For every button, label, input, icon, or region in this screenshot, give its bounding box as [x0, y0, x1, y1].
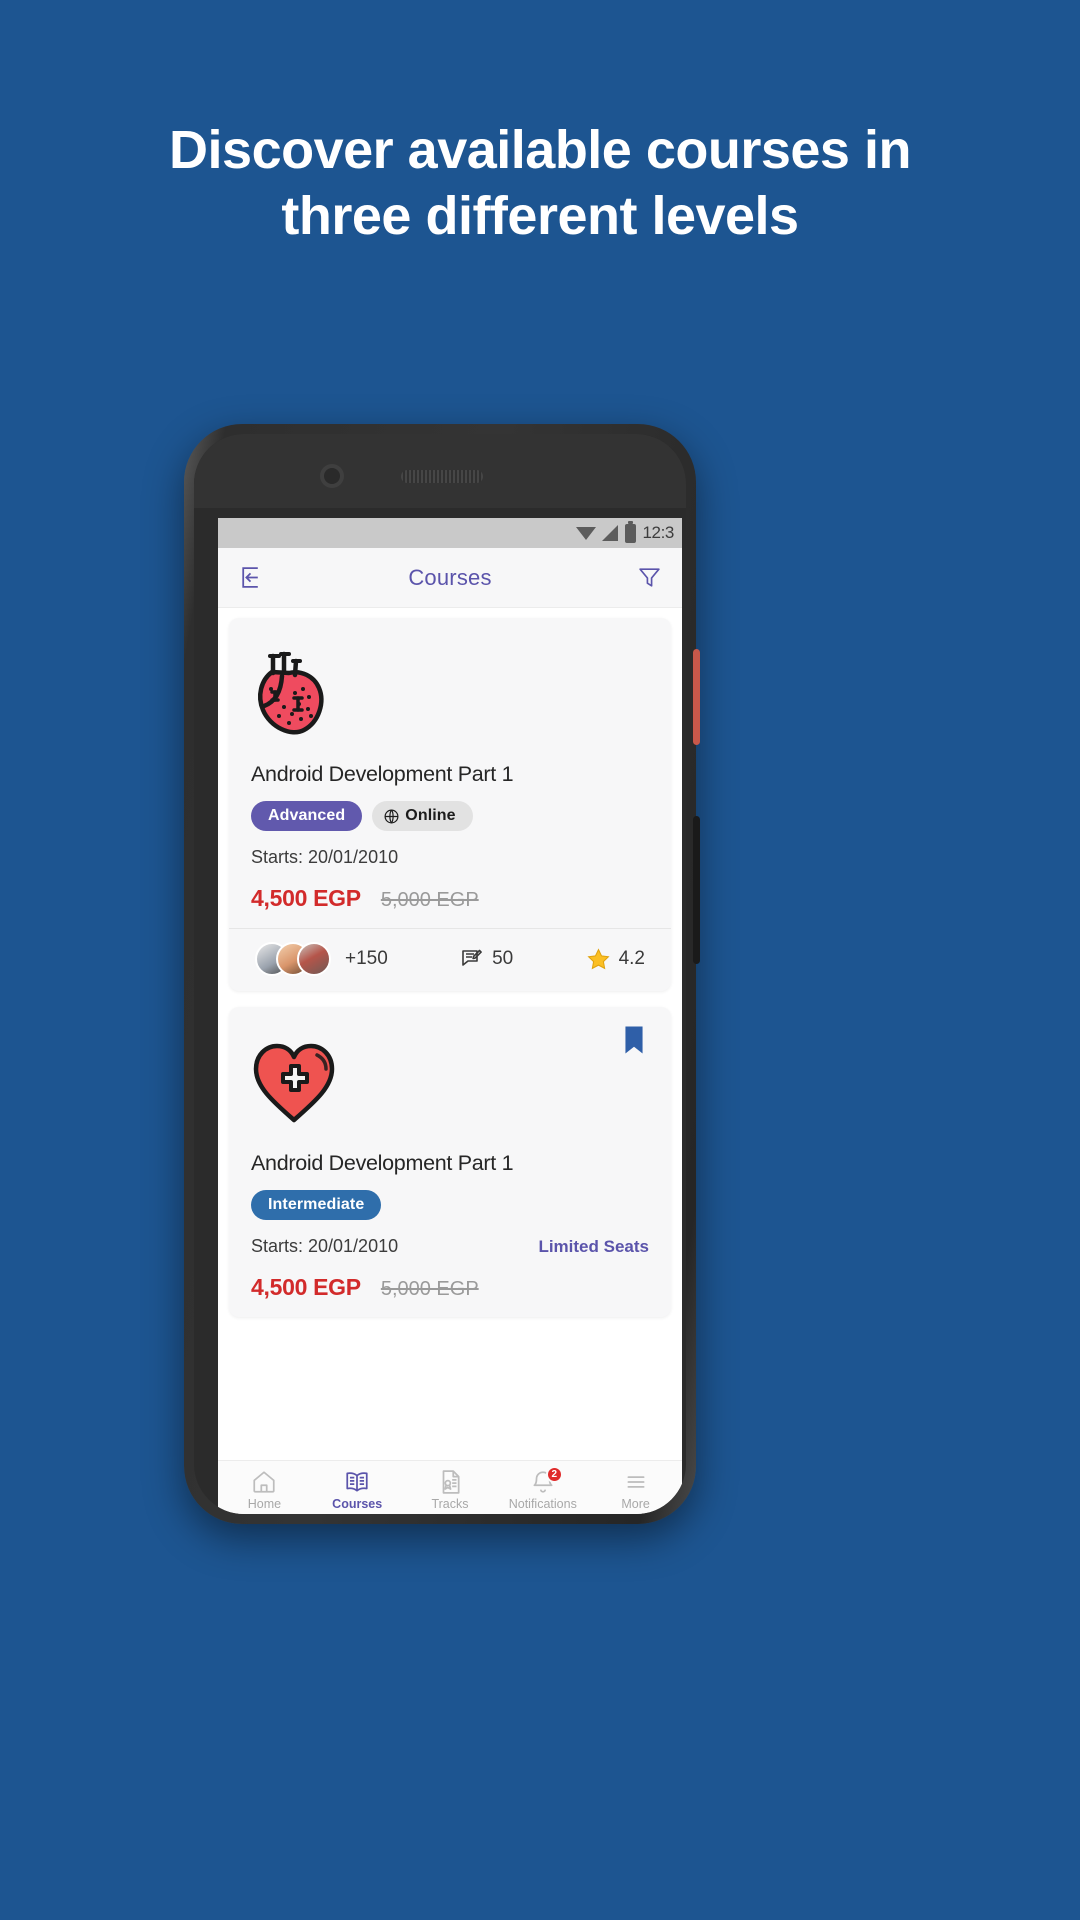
phone-display: 12:3 Courses Android Development Part 1 …: [218, 518, 682, 1514]
course-list[interactable]: Android Development Part 1 Advanced Onli…: [218, 608, 682, 1460]
course-card-body: Android Development Part 1 Intermediate …: [229, 1007, 671, 1317]
home-icon: [253, 1470, 276, 1493]
course-start-date: Starts: 20/01/2010: [251, 847, 399, 867]
nav-item-tracks[interactable]: Tracks: [404, 1469, 497, 1511]
nav-label-more: More: [621, 1496, 650, 1511]
anatomical-heart-icon: [251, 642, 649, 746]
front-camera-icon: [320, 464, 344, 488]
course-price-row: 4,500 EGP 5,000 EGP: [251, 885, 649, 912]
avatar-stack: [255, 942, 331, 976]
earpiece-speaker: [401, 470, 483, 483]
status-bar: 12:3: [218, 518, 682, 548]
comments-count: 50: [492, 948, 514, 969]
volume-button[interactable]: [693, 816, 700, 964]
nav-label-notifications: Notifications: [508, 1496, 577, 1511]
cellular-signal-icon: [601, 525, 618, 541]
star-icon: [587, 947, 610, 969]
notification-badge: 2: [545, 1465, 563, 1483]
open-book-icon: [346, 1471, 368, 1492]
hamburger-menu-icon: [627, 1475, 645, 1488]
heart-plus-icon: [251, 1031, 649, 1135]
course-badges: Intermediate: [251, 1190, 649, 1220]
app-bar: Courses: [218, 548, 682, 608]
nav-label-courses: Courses: [332, 1496, 383, 1511]
promo-headline-line-2: three different levels: [281, 185, 799, 246]
filter-funnel-icon[interactable]: [635, 563, 665, 593]
course-title: Android Development Part 1: [251, 1151, 514, 1175]
bookmark-filled-icon[interactable]: [623, 1025, 645, 1055]
certificate-icon: [442, 1469, 460, 1494]
page-title: Courses: [408, 564, 492, 590]
course-card[interactable]: Android Development Part 1 Intermediate …: [229, 1007, 671, 1317]
power-button[interactable]: [693, 649, 700, 745]
battery-icon: [624, 520, 636, 543]
course-card[interactable]: Android Development Part 1 Advanced Onli…: [229, 618, 671, 991]
avatar: [297, 942, 331, 976]
course-card-body: Android Development Part 1 Advanced Onli…: [229, 618, 671, 928]
comment-edit-icon: [462, 949, 483, 966]
rating-value: 4.2: [618, 948, 645, 969]
course-price-original: 5,000 EGP: [380, 889, 479, 911]
course-mode-badge: Online: [372, 801, 473, 831]
back-arrow-box-icon[interactable]: [235, 563, 265, 593]
promo-headline: Discover available courses in three diff…: [0, 118, 1080, 250]
status-bar-time: 12:3: [642, 523, 675, 542]
nav-label-home: Home: [247, 1496, 282, 1511]
nav-label-tracks: Tracks: [431, 1496, 469, 1511]
course-price-current: 4,500 EGP: [251, 1274, 361, 1300]
phone-top-bezel: [194, 434, 686, 508]
course-level-badge: Intermediate: [251, 1190, 382, 1220]
rating-stat: 4.2: [586, 947, 645, 972]
nav-item-more[interactable]: More: [589, 1469, 682, 1511]
course-start-date: Starts: 20/01/2010: [251, 1236, 399, 1256]
nav-item-notifications[interactable]: 2 Notifications: [496, 1465, 589, 1511]
promo-headline-line-1: Discover available courses in: [169, 120, 911, 180]
phone-mockup: 12:3 Courses Android Development Part 1 …: [184, 424, 700, 1524]
nav-item-courses[interactable]: Courses: [311, 1469, 404, 1511]
course-start-row: Starts: 20/01/2010 Limited Seats: [251, 1236, 649, 1257]
course-level-badge: Advanced: [251, 801, 363, 831]
course-card-footer: +150 50 4.2: [229, 928, 671, 991]
enrolled-count: +150: [345, 948, 388, 969]
course-start-row: Starts: 20/01/2010: [251, 847, 649, 868]
nav-item-home[interactable]: Home: [218, 1469, 311, 1511]
course-price-row: 4,500 EGP 5,000 EGP: [251, 1274, 649, 1301]
globe-icon: [384, 809, 399, 823]
comments-stat[interactable]: 50: [460, 947, 513, 971]
course-price-current: 4,500 EGP: [251, 885, 361, 911]
course-limited-seats: Limited Seats: [538, 1237, 649, 1256]
course-title: Android Development Part 1: [251, 762, 514, 786]
wifi-icon: [575, 526, 596, 541]
phone-screen-bezel: 12:3 Courses Android Development Part 1 …: [194, 434, 686, 1514]
course-price-original: 5,000 EGP: [380, 1278, 479, 1300]
course-badges: Advanced Online: [251, 801, 649, 831]
bottom-navigation-bar: Home Courses Tracks 2 Notifications More: [218, 1460, 682, 1514]
course-mode-label: Online: [405, 807, 456, 824]
enrolled-students[interactable]: +150: [255, 942, 388, 976]
